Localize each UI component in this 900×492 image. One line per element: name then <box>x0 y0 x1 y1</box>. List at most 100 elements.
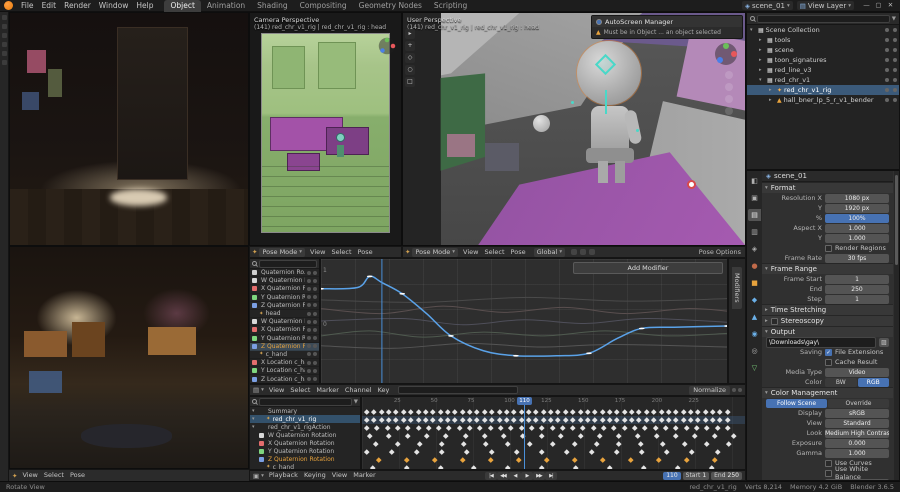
keyframe[interactable] <box>580 425 586 431</box>
channel-lock-icon[interactable] <box>313 303 317 308</box>
keyframe[interactable] <box>405 425 411 431</box>
keyframe[interactable] <box>459 409 465 415</box>
popup-header[interactable]: AutoScreen Manager <box>592 16 742 27</box>
properties-tab[interactable]: ◎ <box>748 345 761 357</box>
tool-button[interactable]: ○ <box>405 65 415 75</box>
hide-viewport-icon[interactable] <box>885 68 889 72</box>
maximize-button[interactable]: ▢ <box>873 0 884 11</box>
filter-icon[interactable]: ▼ <box>892 16 896 22</box>
channel-visibility-icon[interactable] <box>307 278 311 283</box>
y-axis-handle[interactable] <box>723 43 729 49</box>
keyframe[interactable] <box>731 433 736 439</box>
keyframe[interactable] <box>389 449 395 455</box>
filter-icon[interactable] <box>732 388 736 392</box>
value-field[interactable]: 1.000 <box>825 233 889 243</box>
keyframe[interactable] <box>558 433 564 439</box>
keyframe[interactable] <box>533 409 539 415</box>
hide-render-icon[interactable] <box>893 48 897 52</box>
value-dropdown[interactable]: 0.000 <box>825 438 889 448</box>
keyframe[interactable] <box>555 409 561 415</box>
keyframe[interactable] <box>639 449 645 455</box>
overlay-icon[interactable] <box>738 388 742 392</box>
disclosure-icon[interactable]: ▾ <box>759 77 765 83</box>
autoscreen-manager-popup[interactable]: AutoScreen Manager ▲ Must be in Object .… <box>591 15 743 39</box>
keyframe[interactable] <box>592 409 598 415</box>
rig-control-dot[interactable] <box>570 101 574 105</box>
channel-visibility-icon[interactable] <box>307 286 311 291</box>
keyframe[interactable] <box>549 441 555 447</box>
keyframe[interactable] <box>726 441 732 447</box>
keyframe[interactable] <box>415 409 421 415</box>
section-header-frame-range[interactable]: ▾ Frame Range <box>762 263 893 274</box>
orientation-dropdown[interactable]: Global ▾ <box>533 247 566 257</box>
footer-menu-item[interactable]: View <box>460 247 481 257</box>
value-field[interactable]: 1920 px <box>825 203 889 213</box>
hide-viewport-icon[interactable] <box>885 58 889 62</box>
disclosure-icon[interactable]: ▸ <box>759 57 765 63</box>
keyframe[interactable] <box>635 433 641 439</box>
disclosure-icon[interactable]: ▾ <box>252 424 257 430</box>
keyframe[interactable] <box>629 409 635 415</box>
channel-visibility-icon[interactable] <box>307 311 311 316</box>
hide-viewport-icon[interactable] <box>885 28 889 32</box>
mode-dropdown[interactable]: Pose Mode ▾ <box>412 247 459 257</box>
panel-icon[interactable] <box>1 15 7 20</box>
keyframe[interactable] <box>688 409 694 415</box>
keyframe[interactable] <box>414 449 420 455</box>
tool-button[interactable]: + <box>405 41 415 51</box>
breadcrumb[interactable]: ◈ scene_01 <box>762 171 893 182</box>
channel-visibility-icon[interactable] <box>307 336 311 341</box>
section-header-output[interactable]: ▾ Output <box>762 326 893 337</box>
channel-lock-icon[interactable] <box>313 336 317 341</box>
channel-lock-icon[interactable] <box>313 368 317 373</box>
keyframe[interactable] <box>467 425 473 431</box>
snap-icon[interactable] <box>580 249 587 255</box>
keyframe[interactable] <box>401 409 406 415</box>
keyframe[interactable] <box>717 409 723 415</box>
transport-button[interactable]: ▶| <box>544 471 557 480</box>
keyframe[interactable] <box>487 457 493 463</box>
properties-tab[interactable]: ▲ <box>748 311 761 323</box>
value-field[interactable]: 100% <box>825 213 889 223</box>
keyframe[interactable] <box>652 425 658 431</box>
z-axis-handle[interactable] <box>717 57 723 63</box>
value-field[interactable]: 1080 px <box>825 193 889 203</box>
current-frame-field[interactable]: 110 <box>663 471 681 480</box>
keyframe[interactable] <box>504 409 510 415</box>
graph-channel-row[interactable]: Y Quaternion Ro... <box>250 335 319 343</box>
keyframe[interactable] <box>563 409 569 415</box>
keyframe[interactable] <box>417 441 423 447</box>
dopesheet-channel-row[interactable]: W Quaternion Rotation <box>250 431 360 439</box>
channel-lock-icon[interactable] <box>313 286 317 291</box>
hide-viewport-icon[interactable] <box>885 88 889 92</box>
keyframe[interactable] <box>514 449 520 455</box>
keyframe[interactable] <box>439 449 445 455</box>
keyframe[interactable] <box>464 449 470 455</box>
z-axis-handle[interactable] <box>380 48 385 53</box>
graph-channel-row[interactable]: Z Quaternion Ro... <box>250 302 319 310</box>
mode-option-button[interactable]: Follow Scene <box>766 398 827 408</box>
keyframe[interactable] <box>594 441 599 447</box>
graph-channel-row[interactable]: X Quaternion Ro... <box>250 285 319 294</box>
open-folder-button[interactable]: ▨ <box>879 337 889 347</box>
channel-lock-icon[interactable] <box>313 377 317 382</box>
graph-channel-row[interactable]: W Quaternion Ro... <box>250 277 319 286</box>
x-axis-handle[interactable] <box>390 43 396 49</box>
frame-end-field[interactable]: End 250 <box>711 471 742 480</box>
keyframe[interactable] <box>474 409 480 415</box>
menubar-item[interactable]: Edit <box>38 0 61 12</box>
panel-icon[interactable] <box>1 60 7 65</box>
keyframe[interactable] <box>403 457 409 463</box>
keyframe[interactable] <box>622 409 627 415</box>
keyframe[interactable] <box>589 449 595 455</box>
keyframe[interactable] <box>548 409 554 415</box>
keyframe[interactable] <box>437 409 443 415</box>
pan-icon[interactable] <box>725 83 733 91</box>
camera-viewport[interactable]: Camera Perspective (141) red_chr_v1_rig … <box>249 12 402 246</box>
keyframe[interactable] <box>714 449 720 455</box>
keyframe[interactable] <box>673 425 679 431</box>
color-option-button[interactable]: BW <box>825 377 857 387</box>
hide-render-icon[interactable] <box>893 28 897 32</box>
sidebar-tab-modifiers[interactable]: Modifiers <box>732 267 742 309</box>
checkbox-checked[interactable]: ✓ <box>825 348 832 356</box>
